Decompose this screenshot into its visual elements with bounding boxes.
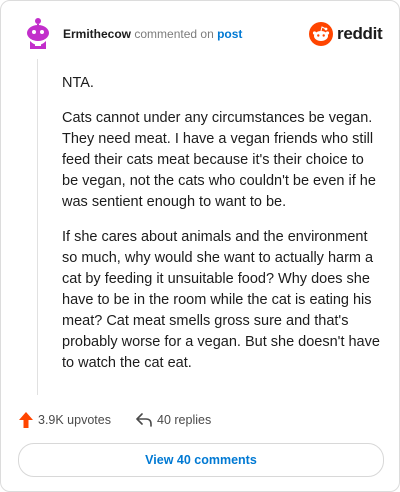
post-link[interactable]: post — [217, 27, 242, 41]
comment-header: Ermithecow commented on post reddit — [21, 15, 383, 51]
username-link[interactable]: Ermithecow — [63, 27, 131, 41]
upvote-arrow-icon — [19, 412, 33, 428]
action-text: commented on — [134, 27, 214, 41]
reddit-wordmark: reddit — [337, 24, 383, 43]
comment-card: Ermithecow commented on post reddit NTA.… — [0, 0, 400, 492]
comment-paragraph: Cats cannot under any circumstances be v… — [62, 110, 376, 210]
comment-paragraph: If she cares about animals and the envir… — [62, 229, 380, 371]
replies-count: 40 replies — [157, 413, 212, 427]
reply-arrow-icon — [136, 413, 152, 427]
replies-button[interactable]: 40 replies — [136, 409, 211, 431]
comment-paragraph: NTA. — [62, 75, 94, 91]
snoo-avatar-icon[interactable] — [21, 15, 55, 51]
thread-line — [37, 59, 38, 395]
reddit-snoo-icon — [309, 22, 333, 46]
upvotes-count: 3.9K upvotes — [38, 413, 111, 427]
comment-body: NTA. Cats cannot under any circumstances… — [62, 73, 380, 388]
view-comments-button[interactable]: View 40 comments — [18, 443, 384, 477]
upvote-button[interactable]: 3.9K upvotes — [19, 409, 111, 431]
comment-actions: 3.9K upvotes 40 replies — [19, 409, 379, 431]
comment-byline: Ermithecow commented on post — [63, 27, 242, 41]
reddit-logo[interactable]: reddit — [309, 21, 383, 47]
